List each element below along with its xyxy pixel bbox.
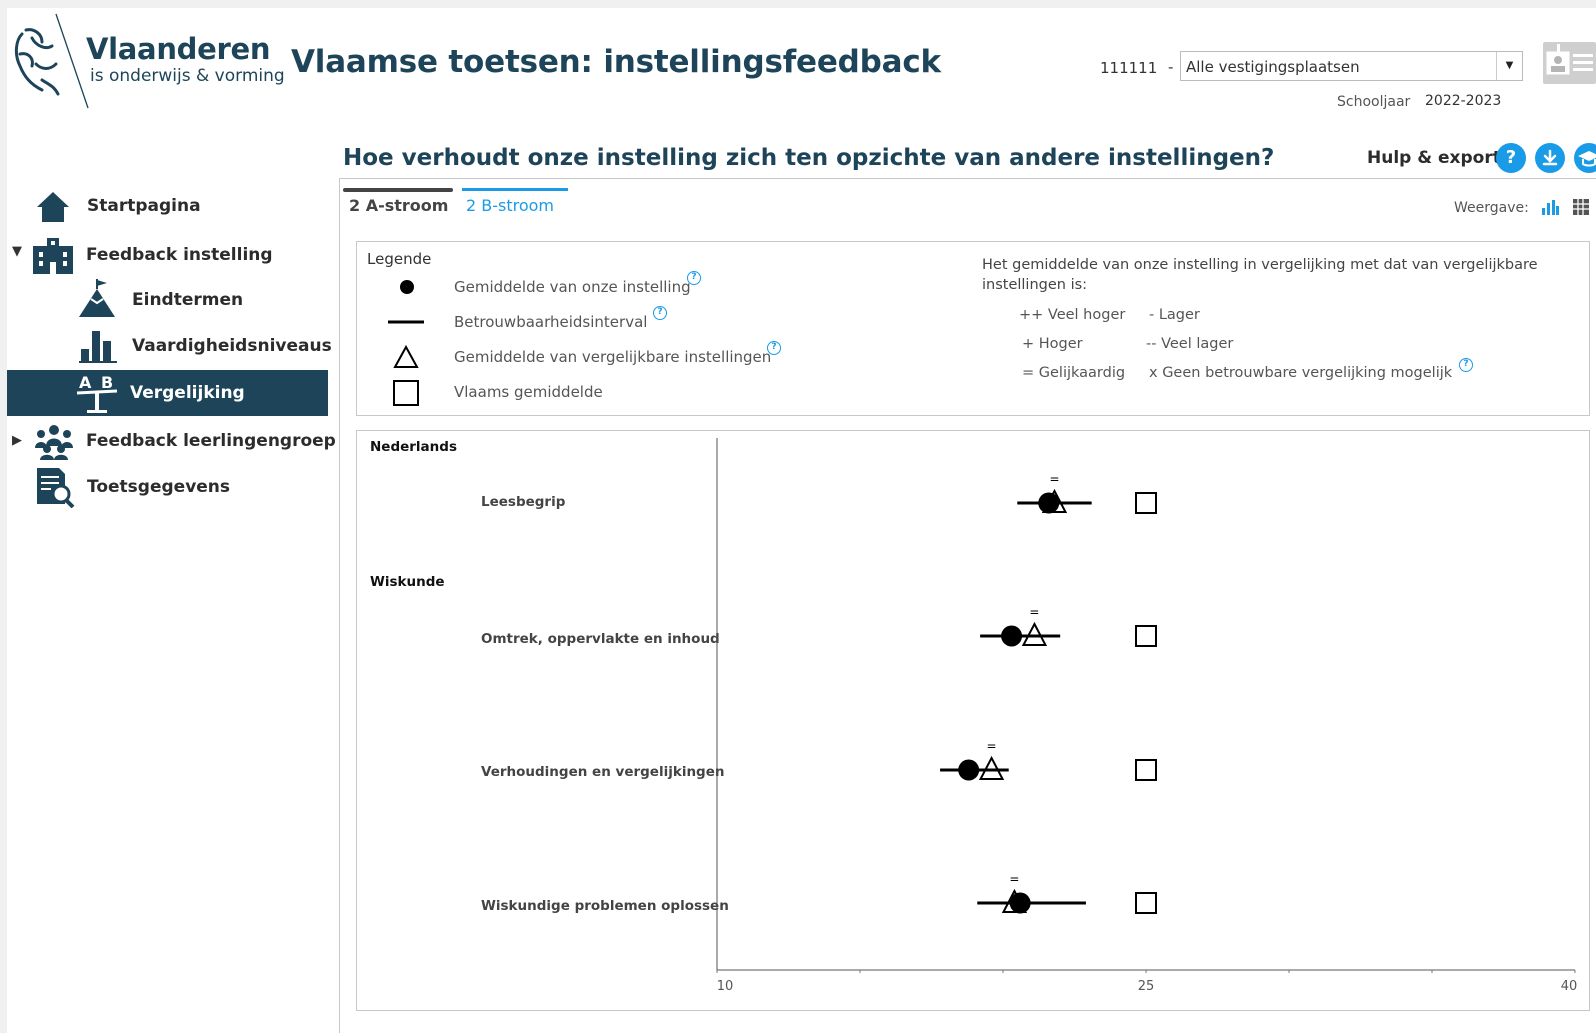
legend-item-label: Gemiddelde van onze instelling bbox=[454, 278, 691, 296]
sidebar-item-eindtermen[interactable]: Eindtermen bbox=[7, 277, 327, 323]
sidebar-item-startpagina[interactable]: Startpagina bbox=[7, 184, 327, 230]
school-building-icon bbox=[33, 238, 73, 274]
tab-a-indicator bbox=[343, 188, 453, 192]
tab-b-indicator bbox=[462, 188, 568, 191]
logo-title: Vlaanderen bbox=[86, 32, 271, 66]
sidebar-item-label: Vergelijking bbox=[130, 383, 245, 403]
comparison-item: ++ Veel hoger bbox=[1019, 307, 1126, 323]
sidebar-item-vaardigheidsniveaus[interactable]: Vaardigheidsniveaus bbox=[7, 323, 332, 369]
left-border bbox=[0, 0, 7, 1033]
filled-circle-icon bbox=[400, 280, 414, 294]
comparison-item: = Gelijkaardig bbox=[1022, 365, 1126, 381]
info-icon[interactable]: ? bbox=[653, 306, 667, 320]
schoolyear-label: Schooljaar bbox=[1337, 94, 1411, 110]
comparison-chart-panel bbox=[356, 430, 1590, 1011]
comparison-title: Het gemiddelde van onze instelling in ve… bbox=[982, 257, 1538, 293]
institution-code: 111111 bbox=[1100, 59, 1158, 77]
legend-item-label: Betrouwbaarheidsinterval bbox=[454, 313, 648, 331]
location-select-value: Alle vestigingsplaatsen bbox=[1186, 58, 1360, 76]
document-search-icon bbox=[37, 468, 75, 508]
info-icon[interactable]: ? bbox=[687, 271, 701, 285]
main-top-divider bbox=[339, 178, 1596, 179]
help-export-label: Hulp & export: bbox=[1367, 148, 1508, 168]
sidebar-item-feedback-instelling[interactable]: Feedback instelling bbox=[7, 232, 327, 278]
location-select[interactable]: Alle vestigingsplaatsen ▼ bbox=[1180, 51, 1523, 81]
sidebar-item-label: Eindtermen bbox=[132, 290, 244, 310]
row-label: Omtrek, oppervlakte en inhoud bbox=[481, 631, 720, 647]
svg-text:A: A bbox=[79, 373, 92, 392]
category-label: Nederlands bbox=[370, 439, 457, 455]
home-icon bbox=[37, 192, 69, 222]
row-label: Wiskundige problemen oplossen bbox=[481, 898, 729, 914]
row-label: Leesbegrip bbox=[481, 494, 566, 510]
page-title: Vlaamse toetsen: instellingsfeedback bbox=[291, 44, 941, 80]
mountain-flag-icon bbox=[79, 279, 115, 317]
chart-view-icon[interactable] bbox=[1541, 199, 1559, 215]
section-question: Hoe verhoudt onze instelling zich ten op… bbox=[343, 145, 1275, 171]
sidebar-item-toetsgegevens[interactable]: Toetsgegevens bbox=[7, 464, 327, 510]
info-icon[interactable]: ? bbox=[1459, 358, 1473, 372]
info-icon[interactable]: ? bbox=[767, 341, 781, 355]
sidebar-item-label: Feedback instelling bbox=[86, 245, 273, 265]
people-group-icon bbox=[35, 425, 73, 460]
schoolyear-value: 2022-2023 bbox=[1425, 93, 1502, 109]
download-icon[interactable] bbox=[1535, 143, 1565, 173]
weergave-label: Weergave: bbox=[1454, 200, 1529, 216]
sidebar-item-label: Startpagina bbox=[87, 196, 201, 216]
svg-text:B: B bbox=[101, 373, 113, 392]
row-label: Verhoudingen en vergelijkingen bbox=[481, 764, 725, 780]
id-card-icon[interactable] bbox=[1543, 42, 1596, 84]
sidebar-item-label: Toetsgegevens bbox=[87, 477, 231, 497]
top-border bbox=[0, 0, 1596, 8]
main-left-divider bbox=[339, 178, 340, 1033]
help-icon[interactable]: ? bbox=[1496, 143, 1526, 173]
square-icon bbox=[393, 380, 419, 406]
comparison-item: + Hoger bbox=[1022, 336, 1083, 352]
comparison-item: -- Veel lager bbox=[1146, 336, 1234, 352]
comparison-item: - Lager bbox=[1149, 307, 1200, 323]
bar-chart-icon bbox=[79, 331, 117, 363]
comparison-item: x Geen betrouwbare vergelijking mogelijk bbox=[1149, 365, 1453, 381]
table-view-icon[interactable] bbox=[1573, 199, 1589, 215]
seesaw-ab-icon: A B bbox=[76, 373, 118, 413]
legend-item-label: Gemiddelde van vergelijkbare instellinge… bbox=[454, 348, 772, 366]
chevron-down-icon[interactable]: ▼ bbox=[1496, 52, 1522, 80]
sidebar-item-label: Vaardigheidsniveaus bbox=[132, 336, 332, 356]
category-label: Wiskunde bbox=[370, 574, 445, 590]
tab-2-a-stroom[interactable]: 2 A-stroom bbox=[349, 196, 448, 215]
triangle-icon bbox=[393, 344, 419, 368]
graduation-cap-icon[interactable] bbox=[1574, 143, 1596, 173]
tab-2-b-stroom[interactable]: 2 B-stroom bbox=[466, 196, 554, 215]
institution-dash: - bbox=[1168, 58, 1174, 76]
legend-item-label: Vlaams gemiddelde bbox=[454, 383, 603, 401]
sidebar-item-feedback-leerlingengroep[interactable]: Feedback leerlingengroep bbox=[7, 418, 336, 464]
sidebar-item-vergelijking[interactable]: A B Vergelijking bbox=[7, 370, 328, 416]
sidebar-item-label: Feedback leerlingengroep bbox=[86, 431, 336, 451]
logo-subtitle: is onderwijs & vorming bbox=[90, 66, 285, 86]
line-icon bbox=[388, 320, 424, 324]
legend-title: Legende bbox=[367, 250, 432, 268]
